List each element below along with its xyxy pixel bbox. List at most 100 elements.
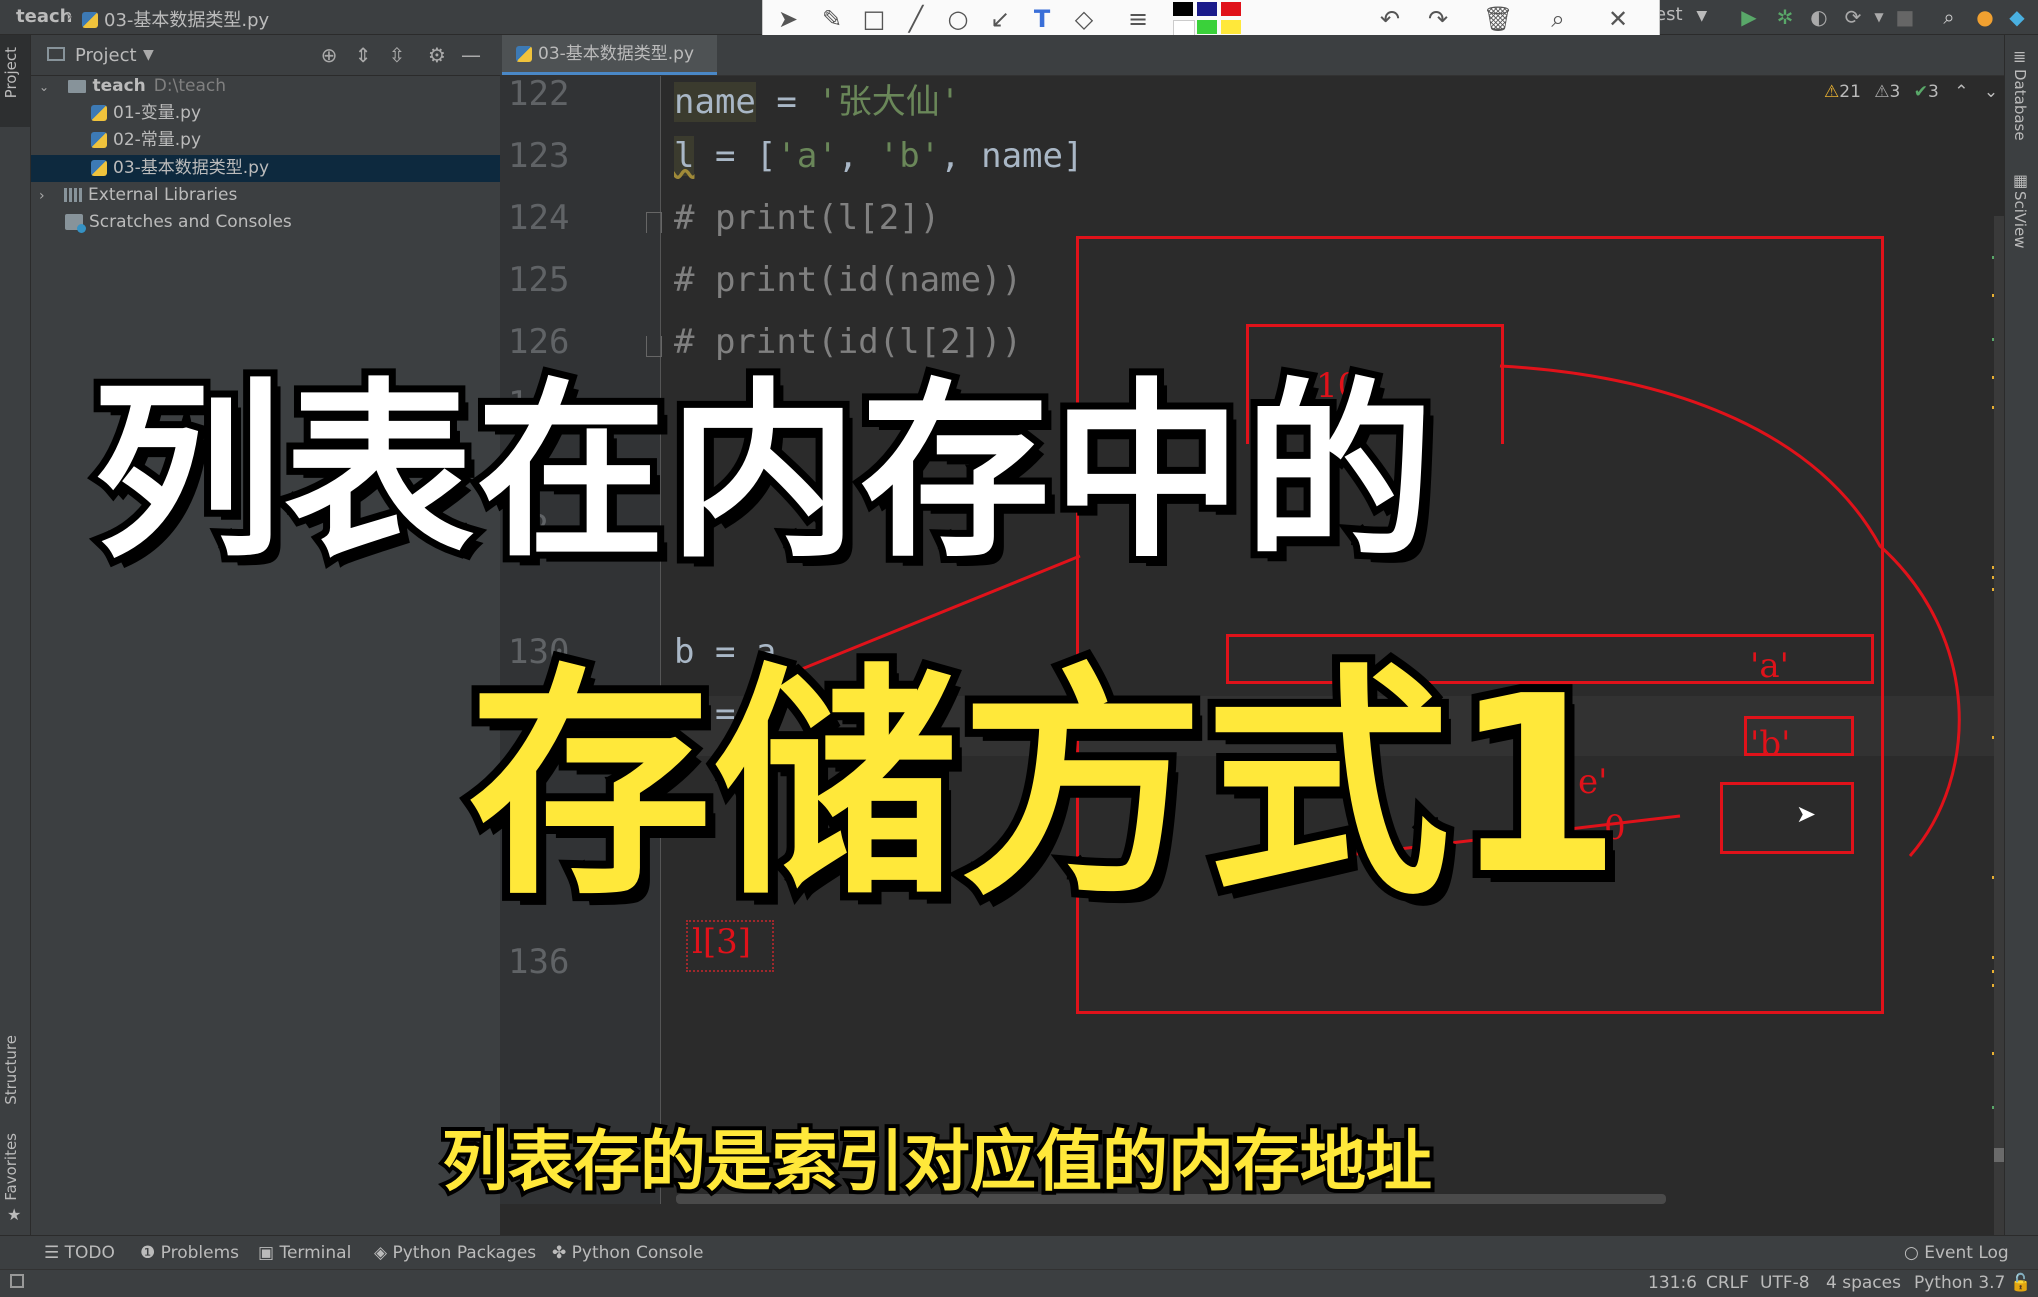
database-icon: ≣	[2013, 47, 2027, 66]
eraser-icon[interactable]: ◇	[1069, 4, 1099, 34]
tree-item-file[interactable]: 02-常量.py	[31, 127, 500, 154]
project-view-title[interactable]: Project	[75, 45, 137, 66]
tree-item-label: Scratches and Consoles	[89, 212, 292, 232]
python-packages-button[interactable]: ◈ Python Packages	[374, 1243, 536, 1263]
redo-icon[interactable]: ↷	[1423, 4, 1453, 34]
color-white[interactable]	[1173, 20, 1195, 36]
more-run-chevron-icon[interactable]: ▼	[1866, 4, 1892, 30]
pen-icon[interactable]: ✎	[817, 4, 847, 34]
database-tab-label[interactable]: Database	[2011, 69, 2029, 141]
console-icon: ✤	[552, 1243, 567, 1263]
tree-item-path: D:\teach	[153, 76, 226, 96]
locate-icon[interactable]: ⊕	[317, 43, 341, 67]
video-subtitle: 列表存的是索引对应值的内存地址	[438, 1119, 1436, 1204]
breadcrumb-project[interactable]: teach	[16, 6, 72, 27]
line-width-icon[interactable]: ≡	[1123, 4, 1153, 34]
minimize-icon[interactable]: —	[459, 43, 483, 67]
bubble-icon: ○	[1904, 1243, 1919, 1263]
problems-label: Problems	[160, 1243, 240, 1263]
library-icon	[64, 185, 88, 205]
window-icon	[47, 47, 65, 61]
sciview-tab-label[interactable]: SciView	[2011, 191, 2029, 249]
project-tool-tab[interactable]: Project	[0, 35, 30, 127]
trash-icon[interactable]: 🗑	[1483, 4, 1513, 34]
lock-icon[interactable]: 🔓	[2010, 1273, 2031, 1293]
color-black[interactable]	[1173, 2, 1193, 16]
chevron-down-icon[interactable]: ▼	[143, 47, 154, 63]
layers-icon: ◈	[374, 1243, 388, 1263]
list-icon: ☰	[44, 1243, 60, 1263]
close-icon[interactable]: ✕	[1603, 4, 1633, 34]
event-log-button[interactable]: ○ Event Log	[1904, 1243, 2009, 1263]
file-encoding[interactable]: UTF-8	[1760, 1273, 1810, 1293]
gear-icon[interactable]: ⚙	[425, 43, 449, 67]
python-file-icon	[91, 158, 113, 178]
line-separator[interactable]: CRLF	[1706, 1273, 1749, 1293]
structure-tab-label[interactable]: Structure	[2, 1035, 28, 1105]
cursor-icon[interactable]: ➤	[773, 4, 803, 34]
left-tool-strip: Project Structure Favorites ★	[0, 35, 31, 1265]
overlay-title-line1: 列表在内存中的	[85, 355, 1441, 590]
tree-item-label: 01-变量.py	[113, 103, 202, 123]
project-panel: Project ▼ ⊕ ⇕ ⇳ ⚙ — ⌄ teach D:\teach 01-变…	[31, 35, 500, 1235]
mouse-pointer-icon: ➤	[1796, 800, 1817, 828]
run-icon[interactable]: ▶	[1736, 4, 1762, 30]
todo-label: TODO	[64, 1243, 115, 1263]
terminal-label: Terminal	[279, 1243, 352, 1263]
window-toggle-icon[interactable]	[10, 1274, 24, 1288]
editor-tab-active[interactable]: 03-基本数据类型.py ✕	[502, 35, 717, 101]
color-green[interactable]	[1197, 20, 1217, 34]
python-console-label: Python Console	[571, 1243, 704, 1263]
terminal-button[interactable]: ▣ Terminal	[258, 1243, 351, 1263]
problems-button[interactable]: ❶ Problems	[140, 1243, 239, 1263]
collapse-all-icon[interactable]: ⇳	[385, 43, 409, 67]
search-icon[interactable]: ⌕	[1936, 4, 1962, 30]
project-panel-header: Project ▼ ⊕ ⇕ ⇳ ⚙ —	[31, 35, 500, 76]
python-file-icon	[91, 130, 113, 150]
todo-button[interactable]: ☰ TODO	[44, 1243, 115, 1263]
undo-icon[interactable]: ↶	[1375, 4, 1405, 34]
indent-setting[interactable]: 4 spaces	[1826, 1273, 1901, 1293]
color-navy[interactable]	[1197, 2, 1217, 16]
tree-item-external-libraries[interactable]: › External Libraries	[31, 182, 500, 209]
stop-icon[interactable]: ■	[1892, 4, 1918, 30]
caret-position[interactable]: 131:6	[1648, 1273, 1697, 1293]
debug-icon[interactable]: ✲	[1772, 4, 1798, 30]
tree-item-label: 02-常量.py	[113, 130, 202, 150]
circle-icon[interactable]: ○	[943, 4, 973, 34]
right-tool-strip: ≣ Database ▦ SciView	[2004, 35, 2038, 1265]
star-icon: ★	[7, 1205, 22, 1224]
chevron-right-icon: ›	[39, 188, 45, 204]
sciview-icon: ▦	[2013, 171, 2029, 190]
event-log-label: Event Log	[1924, 1243, 2009, 1263]
tree-item-file[interactable]: 01-变量.py	[31, 100, 500, 127]
coverage-icon[interactable]: ◐	[1806, 4, 1832, 30]
text-tool-icon[interactable]: T	[1027, 4, 1057, 34]
tree-item-label: External Libraries	[88, 185, 238, 205]
favorites-tab-label[interactable]: Favorites	[2, 1133, 28, 1201]
python-console-button[interactable]: ✤ Python Console	[552, 1243, 703, 1263]
breadcrumb-file[interactable]: 03-基本数据类型.py	[104, 6, 269, 32]
editor-tab-bar: 03-基本数据类型.py ✕	[500, 35, 2004, 101]
project-tab-label: Project	[2, 47, 20, 99]
update-icon[interactable]: ●	[1972, 4, 1998, 30]
info-icon: ❶	[140, 1243, 156, 1263]
color-red[interactable]	[1221, 2, 1241, 16]
tree-item-teach[interactable]: ⌄ teach D:\teach	[31, 73, 500, 100]
arrow-icon[interactable]: ↙	[985, 4, 1015, 34]
python-packages-label: Python Packages	[392, 1243, 537, 1263]
rectangle-icon[interactable]: □	[859, 4, 889, 34]
profile-icon[interactable]: ⟳	[1840, 4, 1866, 30]
tree-item-file-selected[interactable]: 03-基本数据类型.py	[31, 155, 500, 182]
status-bar: 131:6 CRLF UTF-8 4 spaces Python 3.7 🔓	[0, 1269, 2038, 1297]
python-interpreter[interactable]: Python 3.7	[1914, 1273, 2005, 1293]
tree-item-scratches[interactable]: Scratches and Consoles	[31, 209, 500, 236]
line-icon[interactable]: ╱	[901, 4, 931, 34]
breadcrumb-separator: ›	[66, 6, 74, 27]
overlay-title-line2: 存储方式1	[460, 636, 1630, 936]
color-yellow[interactable]	[1221, 20, 1241, 34]
zoom-icon[interactable]: ⌕	[1543, 4, 1573, 34]
expand-all-icon[interactable]: ⇕	[351, 43, 375, 67]
tree-item-label: teach	[92, 76, 146, 96]
editor-tab-label: 03-基本数据类型.py	[538, 44, 695, 64]
